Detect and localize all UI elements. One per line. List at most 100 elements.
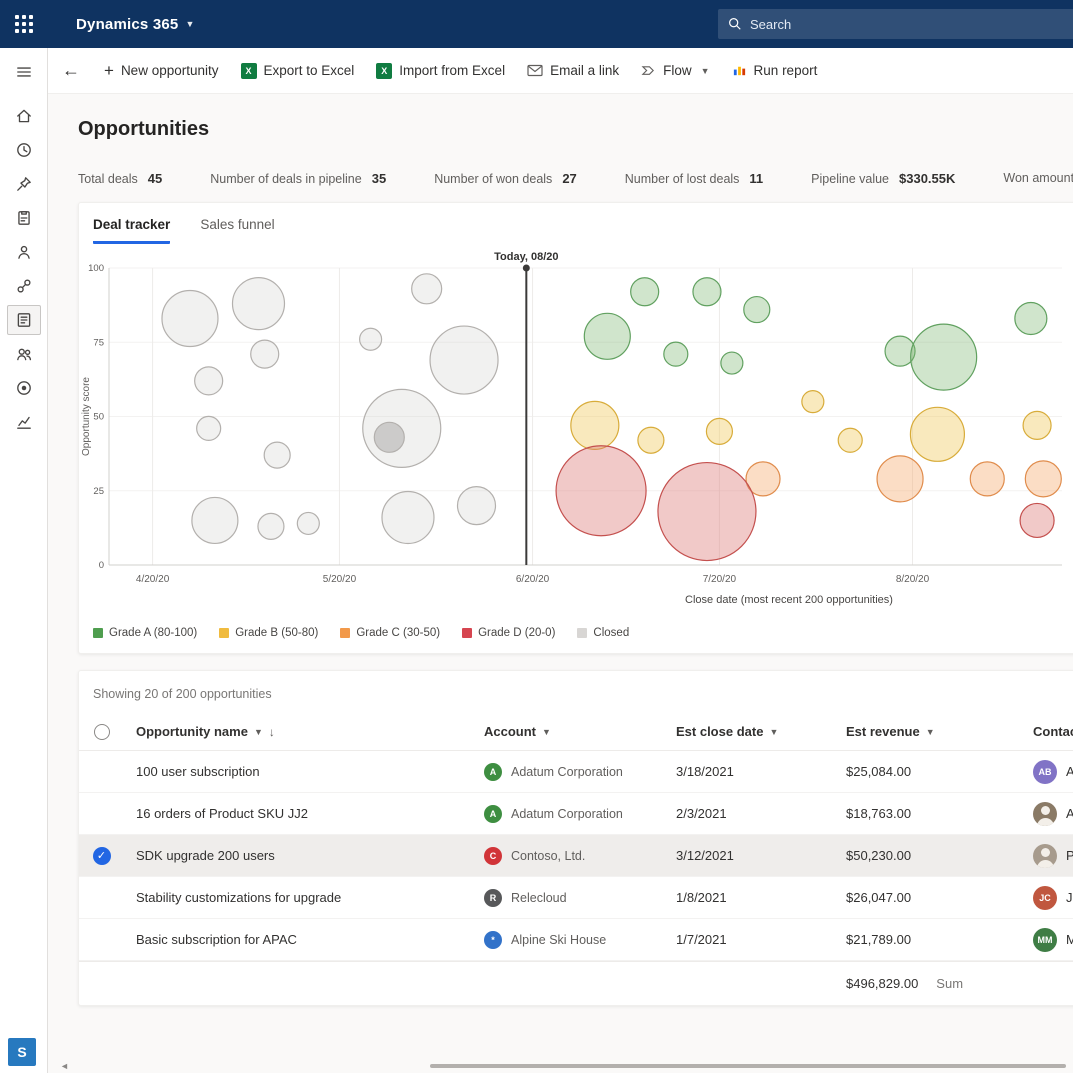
- bubble-closed[interactable]: [264, 442, 290, 468]
- bubble-grade-a-80-100-[interactable]: [744, 297, 770, 323]
- opportunity-name-cell[interactable]: SDK upgrade 200 users: [124, 848, 484, 863]
- select-all-checkbox[interactable]: [94, 724, 110, 740]
- bubble-grade-a-80-100-[interactable]: [693, 278, 721, 306]
- bubble-closed[interactable]: [251, 340, 279, 368]
- contact-cell[interactable]: MMMa: [1021, 928, 1073, 952]
- bubble-grade-a-80-100-[interactable]: [664, 342, 688, 366]
- legend-item: Grade D (20-0): [462, 627, 555, 639]
- bubble-grade-a-80-100-[interactable]: [584, 313, 630, 359]
- opportunity-name-cell[interactable]: Basic subscription for APAC: [124, 932, 484, 947]
- scroll-left-arrow[interactable]: ◄: [60, 1062, 69, 1070]
- column-header-est-revenue[interactable]: Est revenue ▼: [846, 724, 1021, 739]
- column-header-contact[interactable]: Contact: [1021, 724, 1073, 739]
- opportunity-name-cell[interactable]: 100 user subscription: [124, 764, 484, 779]
- export-to-excel-button[interactable]: X Export to Excel: [241, 63, 355, 79]
- account-cell[interactable]: CContoso, Ltd.: [484, 847, 676, 865]
- bubble-closed[interactable]: [162, 290, 218, 346]
- run-report-button[interactable]: Run report: [732, 63, 818, 78]
- deal-tracker-chart[interactable]: 02550751004/20/205/20/206/20/207/20/208/…: [79, 252, 1064, 612]
- flow-button[interactable]: Flow ▼: [641, 63, 709, 78]
- opportunity-name-cell[interactable]: Stability customizations for upgrade: [124, 890, 484, 905]
- bubble-closed[interactable]: [374, 422, 404, 452]
- table-row[interactable]: Basic subscription for APAC*Alpine Ski H…: [79, 919, 1073, 961]
- bubble-closed[interactable]: [430, 326, 498, 394]
- table-row[interactable]: 100 user subscriptionAAdatum Corporation…: [79, 751, 1073, 793]
- bubble-grade-c-30-50-[interactable]: [970, 462, 1004, 496]
- table-row[interactable]: 16 orders of Product SKU JJ2AAdatum Corp…: [79, 793, 1073, 835]
- app-launcher-waffle-icon[interactable]: [0, 0, 48, 48]
- svg-text:Today, 08/20: Today, 08/20: [494, 252, 558, 263]
- account-cell[interactable]: AAdatum Corporation: [484, 763, 676, 781]
- search-input[interactable]: [750, 17, 1030, 32]
- column-header-opportunity-name[interactable]: Opportunity name ▼ ↓: [124, 724, 484, 739]
- bubble-grade-c-30-50-[interactable]: [877, 456, 923, 502]
- account-cell[interactable]: *Alpine Ski House: [484, 931, 676, 949]
- person-icon: [15, 243, 33, 261]
- account-cell[interactable]: AAdatum Corporation: [484, 805, 676, 823]
- bubble-grade-a-80-100-[interactable]: [631, 278, 659, 306]
- bubble-closed[interactable]: [195, 367, 223, 395]
- bubble-grade-b-50-80-[interactable]: [706, 418, 732, 444]
- row-selected-checkbox[interactable]: ✓: [93, 847, 111, 865]
- bubble-closed[interactable]: [258, 513, 284, 539]
- sidebar-item-pinned[interactable]: [7, 169, 41, 199]
- bubble-grade-a-80-100-[interactable]: [911, 324, 977, 390]
- brand-switcher[interactable]: Dynamics 365 ▼: [76, 16, 195, 33]
- bubble-grade-a-80-100-[interactable]: [1015, 302, 1047, 334]
- sidebar-item-connections[interactable]: [7, 271, 41, 301]
- table-row[interactable]: ✓SDK upgrade 200 usersCContoso, Ltd.3/12…: [79, 835, 1073, 877]
- opportunity-name-cell[interactable]: 16 orders of Product SKU JJ2: [124, 806, 484, 821]
- sidebar-item-reports[interactable]: [7, 407, 41, 437]
- sidebar-item-home[interactable]: [7, 101, 41, 131]
- sidebar-item-recent[interactable]: [7, 135, 41, 165]
- column-header-account[interactable]: Account ▼: [484, 724, 676, 739]
- scrollbar-thumb[interactable]: [430, 1064, 1066, 1068]
- bubble-grade-d-20-0-[interactable]: [1020, 503, 1054, 537]
- kpi-item: Total deals45: [78, 171, 162, 186]
- bubble-closed[interactable]: [457, 487, 495, 525]
- table-row[interactable]: Stability customizations for upgradeRRel…: [79, 877, 1073, 919]
- email-a-link-button[interactable]: Email a link: [527, 63, 619, 78]
- import-from-excel-button[interactable]: X Import from Excel: [376, 63, 505, 79]
- bubble-grade-b-50-80-[interactable]: [910, 407, 964, 461]
- contact-cell[interactable]: Par: [1021, 844, 1073, 868]
- back-button[interactable]: ←: [62, 60, 80, 81]
- bubble-closed[interactable]: [232, 278, 284, 330]
- contact-cell[interactable]: ABArc: [1021, 760, 1073, 784]
- bubble-closed[interactable]: [197, 416, 221, 440]
- bubble-grade-d-20-0-[interactable]: [556, 446, 646, 536]
- flow-label: Flow: [663, 63, 692, 78]
- sidebar-item-activities[interactable]: [7, 203, 41, 233]
- contact-avatar: [1033, 844, 1057, 868]
- global-search[interactable]: [718, 9, 1073, 39]
- tab-sales-funnel[interactable]: Sales funnel: [200, 217, 274, 244]
- svg-text:8/20/20: 8/20/20: [896, 574, 930, 585]
- bubble-closed[interactable]: [412, 274, 442, 304]
- account-cell[interactable]: RRelecloud: [484, 889, 676, 907]
- tab-deal-tracker[interactable]: Deal tracker: [93, 217, 170, 244]
- bubble-grade-a-80-100-[interactable]: [721, 352, 743, 374]
- bubble-grade-c-30-50-[interactable]: [1025, 461, 1061, 497]
- bubble-grade-b-50-80-[interactable]: [638, 427, 664, 453]
- sales-app-badge[interactable]: S: [8, 1038, 36, 1066]
- bubble-grade-b-50-80-[interactable]: [1023, 411, 1051, 439]
- bubble-grade-b-50-80-[interactable]: [838, 428, 862, 452]
- new-opportunity-button[interactable]: + New opportunity: [104, 61, 219, 81]
- legend-item: Grade C (30-50): [340, 627, 440, 639]
- bubble-grade-b-50-80-[interactable]: [571, 401, 619, 449]
- hamburger-menu-icon[interactable]: [7, 57, 41, 87]
- chevron-down-icon: ▼: [185, 19, 194, 29]
- contact-cell[interactable]: Am: [1021, 802, 1073, 826]
- bubble-grade-b-50-80-[interactable]: [802, 391, 824, 413]
- bubble-grade-d-20-0-[interactable]: [658, 463, 756, 561]
- bubble-closed[interactable]: [360, 328, 382, 350]
- sidebar-item-goals[interactable]: [7, 373, 41, 403]
- sidebar-item-opportunities[interactable]: [7, 305, 41, 335]
- bubble-closed[interactable]: [382, 491, 434, 543]
- sidebar-item-accounts[interactable]: [7, 339, 41, 369]
- bubble-closed[interactable]: [192, 497, 238, 543]
- column-header-est-close-date[interactable]: Est close date ▼: [676, 724, 846, 739]
- contact-cell[interactable]: JCJan: [1021, 886, 1073, 910]
- bubble-closed[interactable]: [297, 512, 319, 534]
- sidebar-item-contacts[interactable]: [7, 237, 41, 267]
